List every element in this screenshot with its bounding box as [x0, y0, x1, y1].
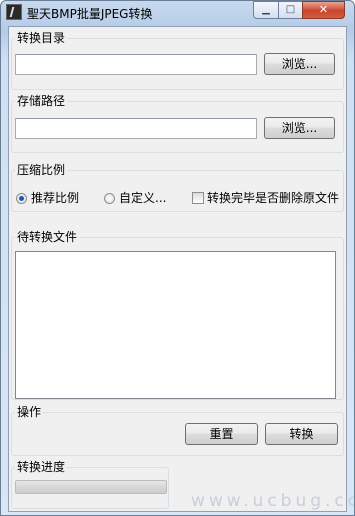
app-icon[interactable]	[6, 4, 22, 20]
actions-label: 操作	[15, 404, 44, 420]
recommended-ratio-radio[interactable]	[16, 193, 27, 204]
close-button[interactable]: ✕	[302, 1, 345, 19]
watermark-text: www.ucbug.cc	[191, 491, 355, 511]
convert-dir-input[interactable]	[15, 54, 257, 75]
convert-button[interactable]: 转换	[265, 423, 338, 445]
window-title: 聖天BMP批量JPEG转换	[27, 7, 153, 21]
custom-ratio-label[interactable]: 自定义...	[119, 191, 166, 205]
save-path-label: 存储路径	[15, 93, 68, 109]
save-path-input[interactable]	[15, 118, 257, 139]
app-window: 聖天BMP批量JPEG转换 ▁ □ ✕ 转换目录 浏览... 存储路径 浏览..…	[0, 0, 355, 516]
minimize-button[interactable]: ▁	[253, 1, 279, 19]
recommended-ratio-label[interactable]: 推荐比例	[31, 191, 79, 205]
maximize-button[interactable]: □	[278, 1, 303, 19]
conversion-progress-bar	[15, 480, 167, 494]
save-path-browse-button[interactable]: 浏览...	[264, 117, 335, 139]
reset-button[interactable]: 重置	[185, 423, 258, 445]
pending-files-label: 待转换文件	[15, 229, 80, 245]
client-area: 转换目录 浏览... 存储路径 浏览... 压缩比例 推荐比例 自定义... 转…	[8, 26, 347, 512]
delete-original-checkbox[interactable]	[192, 192, 204, 204]
progress-label: 转换进度	[15, 459, 68, 475]
delete-original-label[interactable]: 转换完毕是否删除原文件	[207, 191, 339, 205]
compression-label: 压缩比例	[15, 162, 68, 178]
convert-dir-label: 转换目录	[15, 30, 68, 46]
convert-dir-browse-button[interactable]: 浏览...	[264, 53, 335, 75]
custom-ratio-radio[interactable]	[104, 193, 115, 204]
pending-files-list[interactable]	[15, 251, 336, 399]
title-bar[interactable]: 聖天BMP批量JPEG转换 ▁ □ ✕	[1, 1, 354, 23]
